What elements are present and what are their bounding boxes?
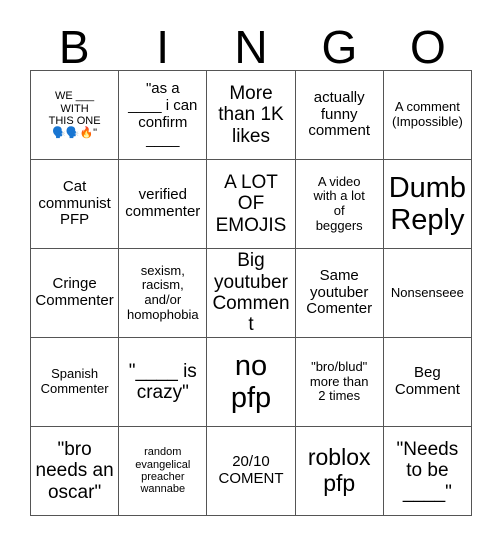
bingo-cell[interactable]: Beg Comment	[383, 338, 472, 427]
bingo-cell[interactable]: random evangelical preacher wannabe	[119, 427, 208, 516]
bingo-cell-label: "as a ____ i can confirm ____	[128, 80, 198, 148]
bingo-cell-label: actually funny comment	[308, 88, 371, 140]
bingo-cell-label: A comment (Impossible)	[391, 99, 463, 129]
bingo-cell[interactable]: 20/10 COMENT	[207, 427, 296, 516]
bingo-cell[interactable]: Same youtuber Comenter	[295, 249, 384, 338]
bingo-cell[interactable]: no pfp	[207, 338, 296, 427]
bingo-cell-label: "____ is crazy"	[128, 360, 197, 403]
bingo-cell[interactable]: Spanish Commenter	[31, 338, 120, 427]
bingo-cell-label: "bro/blud" more than 2 times	[309, 359, 369, 404]
bingo-letter-g: G	[321, 21, 358, 73]
bingo-cell-label: Cat communist PFP	[38, 177, 111, 229]
bingo-cell-label: A LOT OF EMOJIS	[215, 172, 287, 236]
bingo-header: B I N G O	[30, 18, 472, 70]
bingo-cell-label: 20/10 COMENT	[218, 453, 284, 487]
bingo-cell[interactable]: Nonsenseee	[383, 249, 472, 338]
bingo-cell-label: Spanish Commenter	[40, 366, 109, 396]
bingo-cell-label: More than 1K likes	[218, 83, 284, 147]
bingo-cell-label: Same youtuber Comenter	[306, 266, 373, 318]
bingo-cell[interactable]: "____ is crazy"	[119, 338, 208, 427]
bingo-cell-label: Big youtuber Comment	[212, 250, 290, 336]
bingo-cell[interactable]: Cringe Commenter	[31, 249, 120, 338]
bingo-cell[interactable]: actually funny comment	[295, 71, 384, 160]
bingo-cell[interactable]: A comment (Impossible)	[383, 71, 472, 160]
bingo-letter-o: O	[409, 21, 446, 73]
bingo-cell-label: verified commenter	[125, 186, 201, 220]
bingo-cell[interactable]: A video with a lot of beggers	[295, 160, 384, 249]
bingo-cell[interactable]: A LOT OF EMOJIS	[207, 160, 296, 249]
bingo-cell[interactable]: "as a ____ i can confirm ____	[119, 71, 208, 160]
bingo-cell[interactable]: Dumb Reply	[383, 160, 472, 249]
bingo-cell-label: Dumb Reply	[388, 171, 467, 236]
bingo-cell[interactable]: verified commenter	[119, 160, 208, 249]
bingo-letter-n: N	[234, 21, 268, 73]
bingo-cell[interactable]: Big youtuber Comment	[207, 249, 296, 338]
bingo-cell[interactable]: "Needs to be ____"	[383, 427, 472, 516]
bingo-cell[interactable]: Cat communist PFP	[31, 160, 120, 249]
bingo-letter-b: B	[58, 21, 90, 73]
bingo-cell[interactable]: WE ___ WITH THIS ONE 🗣️🗣️🔥"	[31, 71, 120, 160]
bingo-cell-label: sexism, racism, and/or homophobia	[127, 262, 199, 322]
bingo-cell[interactable]: sexism, racism, and/or homophobia	[119, 249, 208, 338]
bingo-cell-label: roblox pfp	[307, 444, 371, 496]
bingo-cell[interactable]: More than 1K likes	[207, 71, 296, 160]
bingo-grid: WE ___ WITH THIS ONE 🗣️🗣️🔥" "as a ____ i…	[30, 70, 472, 516]
bingo-cell-label: no pfp	[230, 349, 272, 414]
bingo-cell-label: Cringe Commenter	[35, 275, 114, 309]
bingo-card: B I N G O WE ___ WITH THIS ONE 🗣️🗣️🔥" "a…	[0, 0, 500, 544]
bingo-cell[interactable]: "bro needs an oscar"	[31, 427, 120, 516]
bingo-letter-i: I	[156, 21, 169, 73]
bingo-cell-label: "Needs to be ____"	[396, 439, 459, 503]
bingo-cell-label: random evangelical preacher wannabe	[135, 446, 191, 496]
bingo-cell-label: A video with a lot of beggers	[313, 173, 365, 233]
bingo-cell-label: WE ___ WITH THIS ONE 🗣️🗣️🔥"	[48, 90, 101, 140]
bingo-cell-label: Beg Comment	[394, 364, 460, 398]
bingo-cell-label: Nonsenseee	[390, 284, 464, 300]
bingo-cell[interactable]: roblox pfp	[295, 427, 384, 516]
bingo-cell-label: "bro needs an oscar"	[35, 439, 114, 503]
bingo-cell[interactable]: "bro/blud" more than 2 times	[295, 338, 384, 427]
